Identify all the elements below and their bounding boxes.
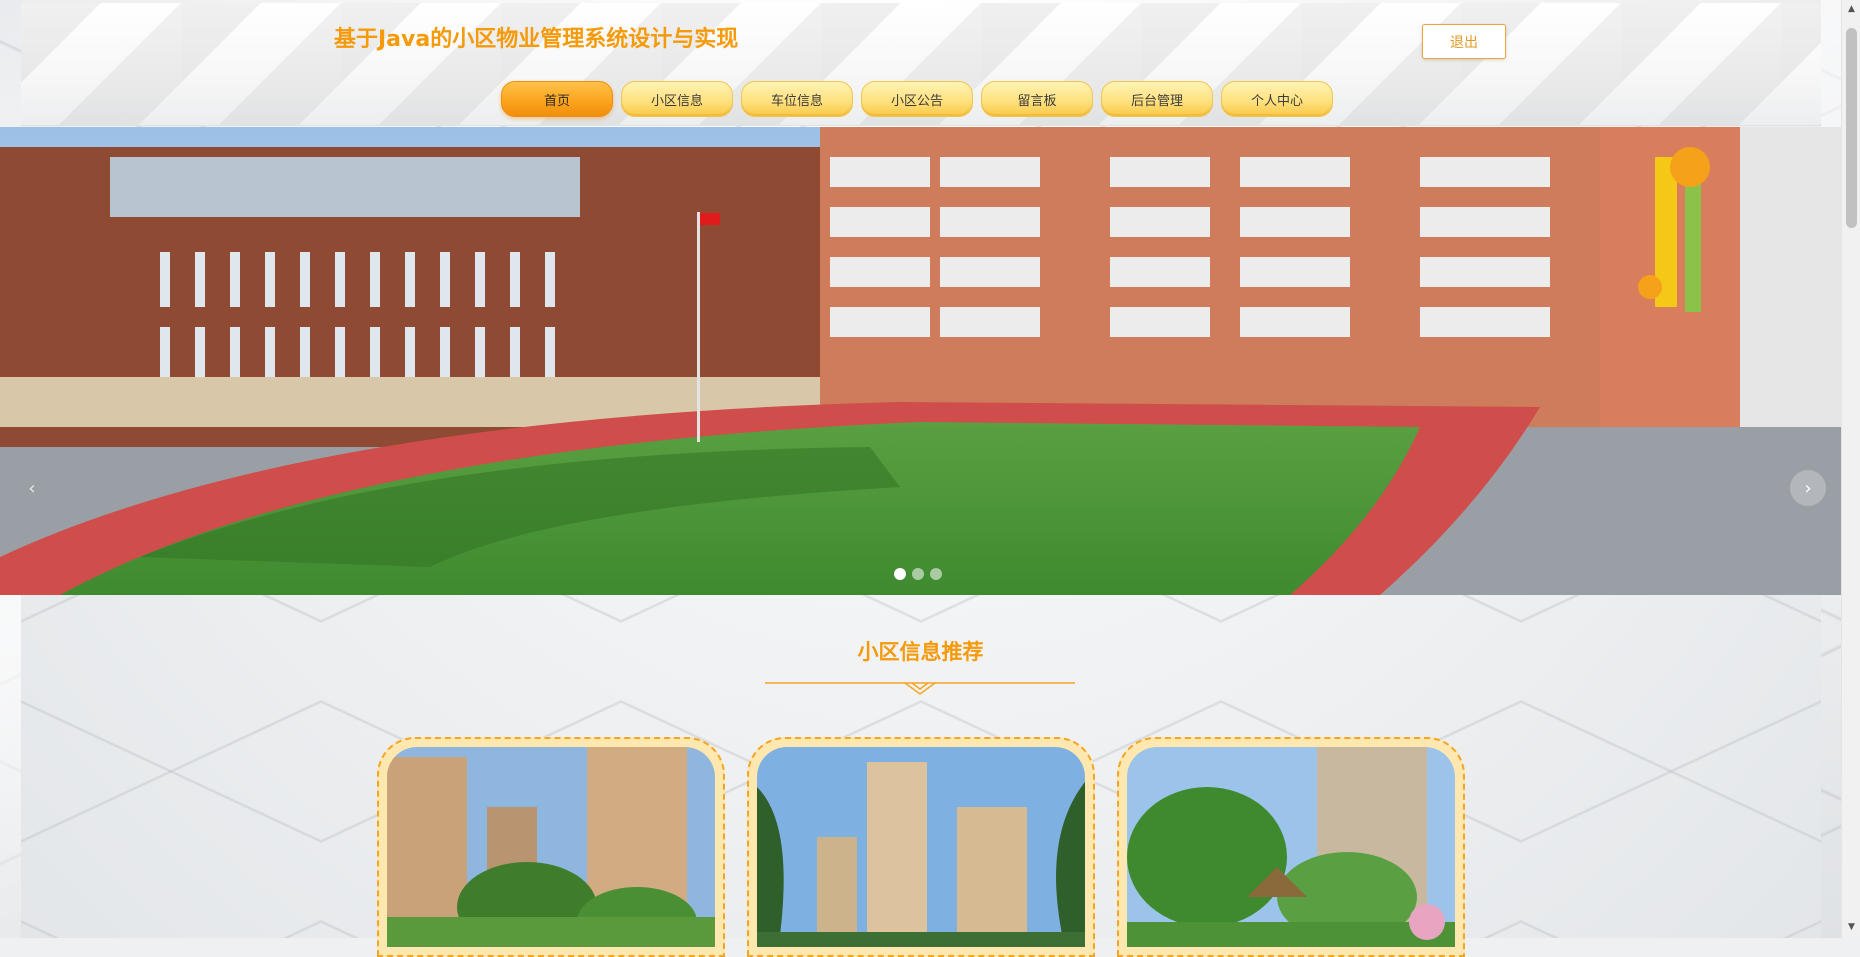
community-card-image-1 xyxy=(387,747,715,947)
nav-item-home[interactable]: 首页 xyxy=(501,81,613,117)
site-header: 基于Java的小区物业管理系统设计与实现 退出 首页 小区信息 车位信息 小区公… xyxy=(21,3,1821,126)
scroll-down-icon[interactable]: ▼ xyxy=(1846,922,1857,933)
chevron-left-icon: ‹ xyxy=(28,477,36,499)
nav-item-parking-info[interactable]: 车位信息 xyxy=(741,81,853,117)
section-title: 小区信息推荐 xyxy=(857,640,984,664)
carousel-indicators xyxy=(894,568,942,580)
scrollbar-thumb[interactable] xyxy=(1846,28,1857,228)
community-card-image-2 xyxy=(757,747,1085,947)
section-divider xyxy=(765,682,1075,695)
community-card-image-3 xyxy=(1127,747,1455,947)
scroll-up-icon[interactable]: ▲ xyxy=(1846,4,1857,15)
banner-carousel[interactable]: ‹ › xyxy=(0,127,1841,595)
nav-item-admin[interactable]: 后台管理 xyxy=(1101,81,1213,117)
main-nav: 首页 小区信息 车位信息 小区公告 留言板 后台管理 个人中心 xyxy=(501,81,1333,121)
nav-item-personal-center[interactable]: 个人中心 xyxy=(1221,81,1333,117)
carousel-dot-2[interactable] xyxy=(912,568,924,580)
chevron-right-icon: › xyxy=(1804,477,1812,499)
nav-item-message-board[interactable]: 留言板 xyxy=(981,81,1093,117)
carousel-dot-3[interactable] xyxy=(930,568,942,580)
nav-item-announcements[interactable]: 小区公告 xyxy=(861,81,973,117)
banner-prev-arrow[interactable]: ‹ xyxy=(14,470,50,506)
banner-image xyxy=(0,127,1841,595)
site-title: 基于Java的小区物业管理系统设计与实现 xyxy=(334,27,739,52)
community-card-1[interactable] xyxy=(377,737,725,957)
logout-button[interactable]: 退出 xyxy=(1422,24,1506,59)
community-card-3[interactable] xyxy=(1117,737,1465,957)
page-scrollbar[interactable]: ▲ ▼ xyxy=(1841,0,1860,938)
banner-next-arrow[interactable]: › xyxy=(1790,470,1826,506)
carousel-dot-1[interactable] xyxy=(894,568,906,580)
community-card-2[interactable] xyxy=(747,737,1095,957)
nav-item-community-info[interactable]: 小区信息 xyxy=(621,81,733,117)
